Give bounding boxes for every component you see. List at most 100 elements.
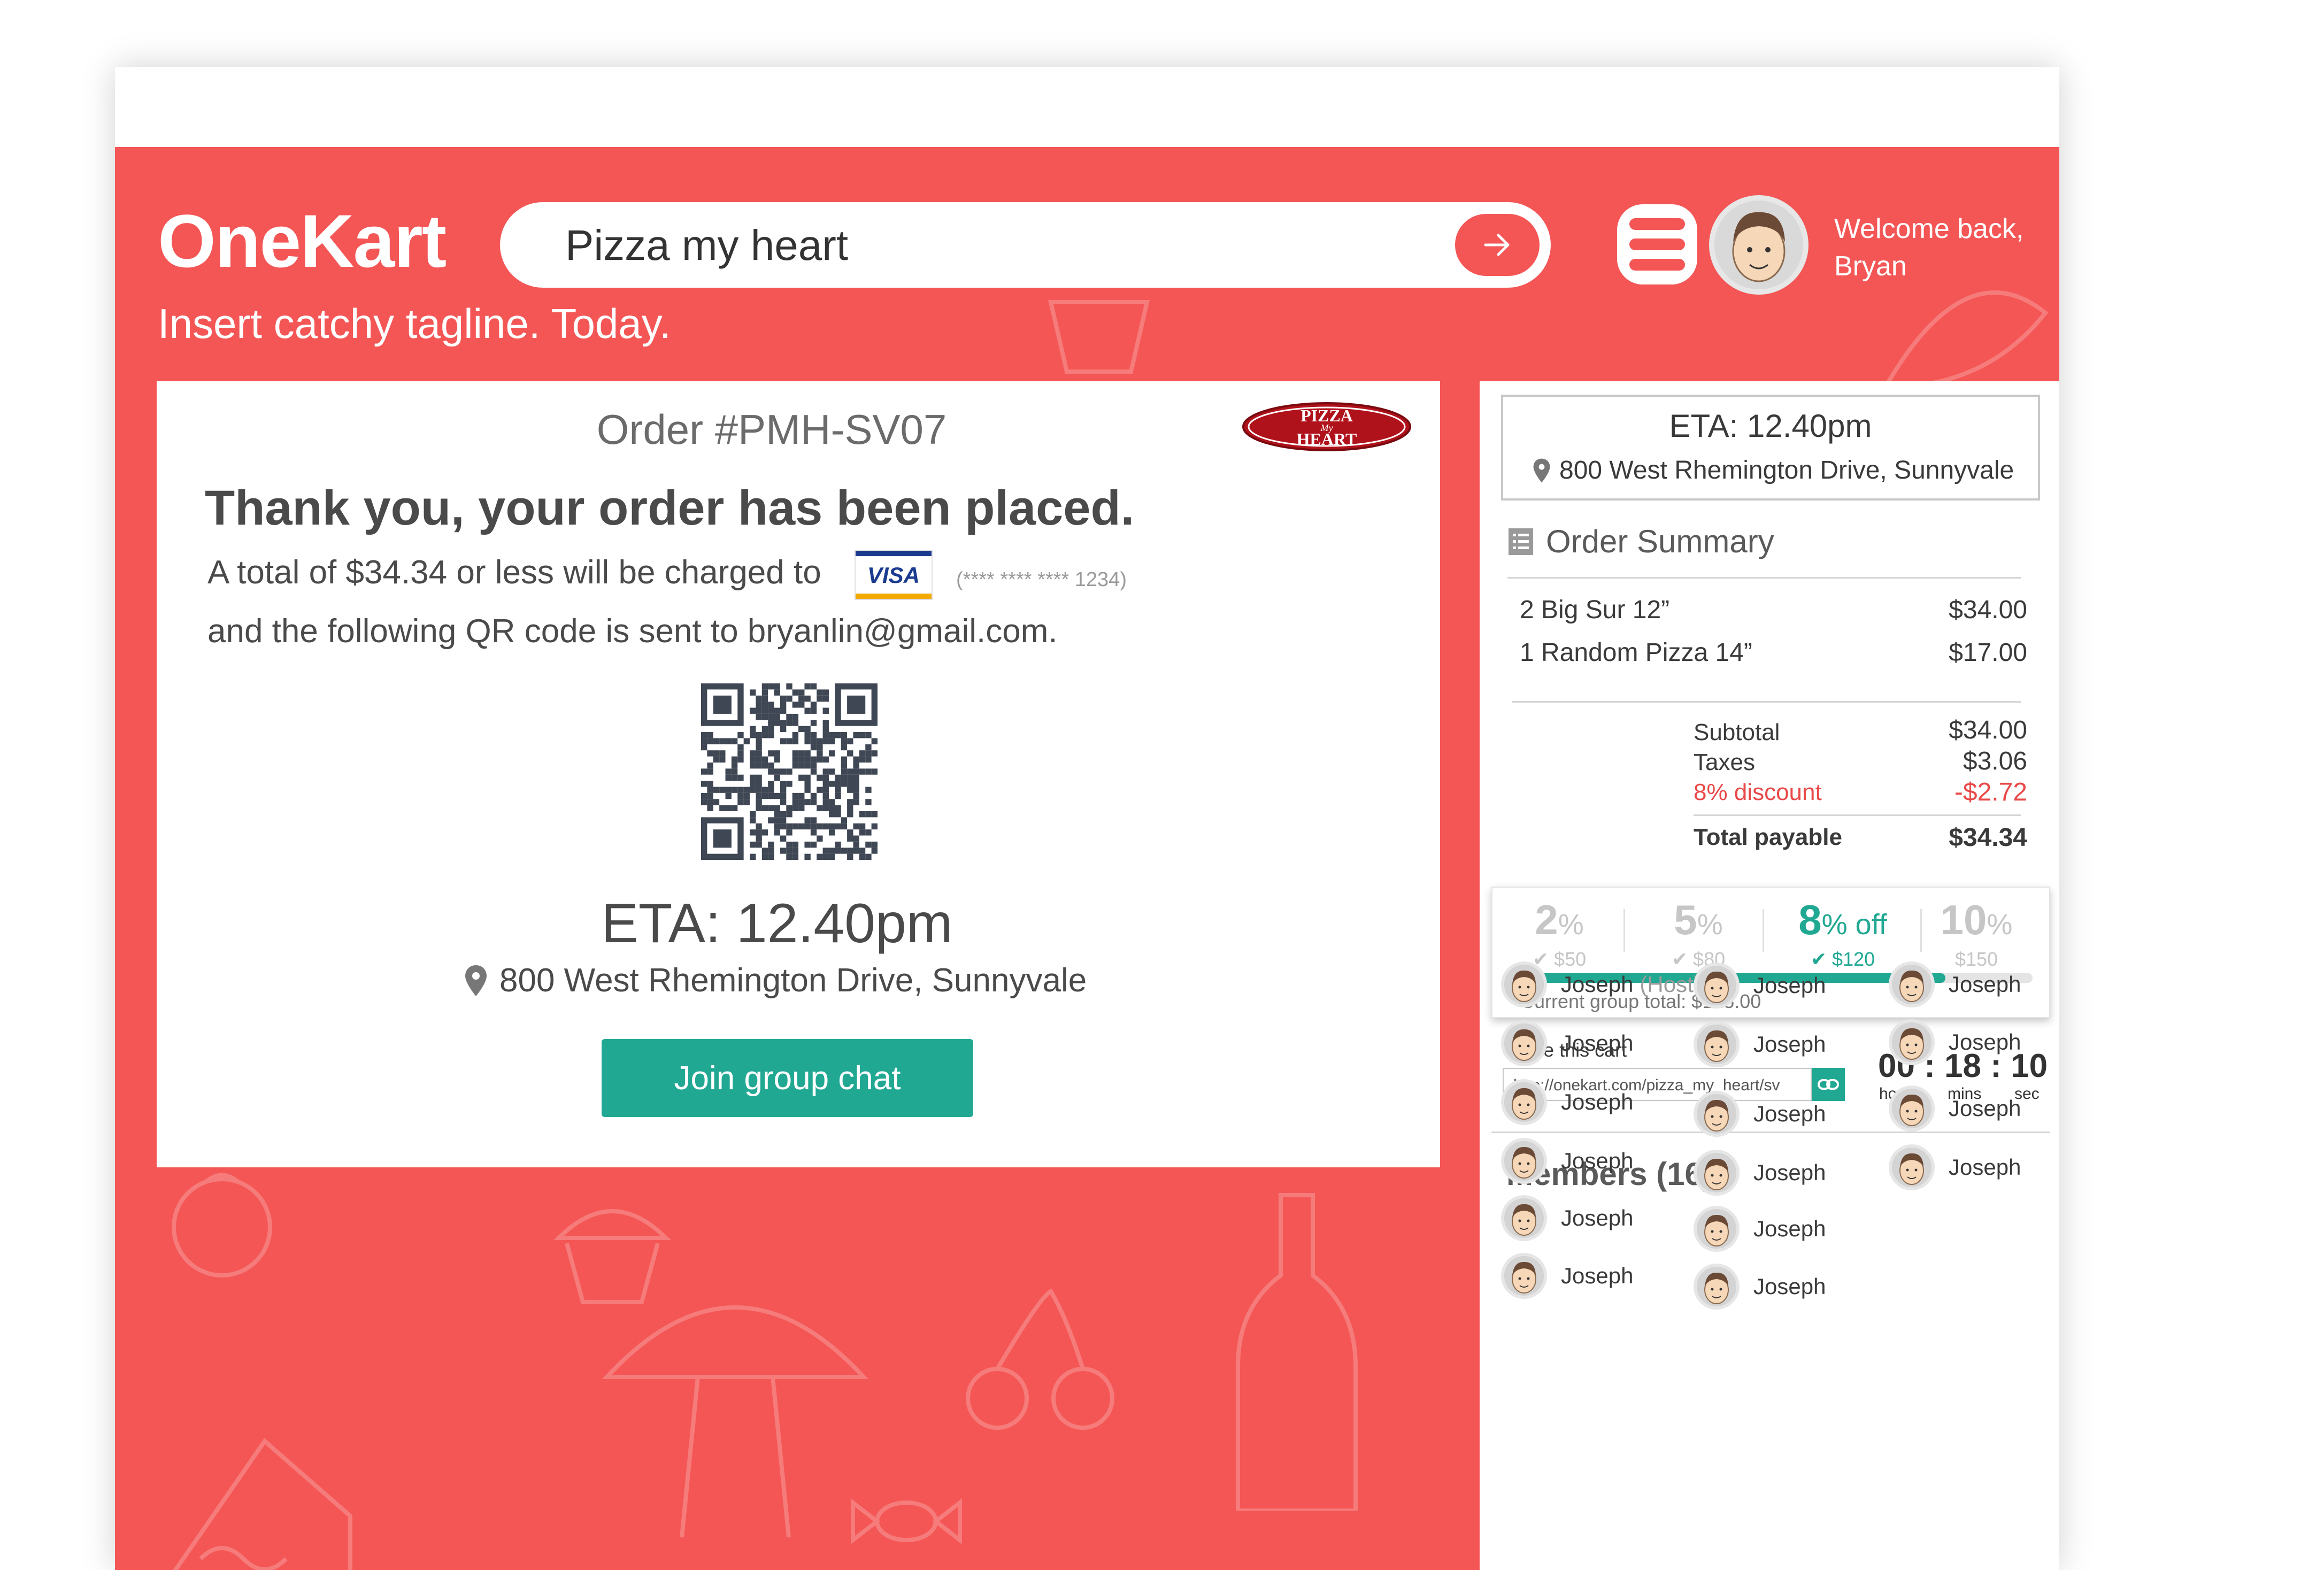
card-number-mask: (**** **** **** 1234) <box>956 568 1127 591</box>
search-input[interactable] <box>564 218 1368 273</box>
member-avatar-icon <box>1501 1253 1547 1299</box>
member-item[interactable]: Joseph (Host) <box>1501 961 1701 1007</box>
address-text: 800 West Rhemington Drive, Sunnyvale <box>499 962 1087 999</box>
member-avatar-icon <box>1694 1264 1740 1310</box>
member-item[interactable]: Joseph <box>1694 1150 1826 1196</box>
tier-10-percent: 10% $150 <box>1915 896 2038 970</box>
taxes-label: Taxes <box>1694 749 1755 775</box>
member-avatar-icon <box>1501 1195 1547 1241</box>
qr-code <box>701 683 878 860</box>
doodle-tomato-icon <box>172 1173 272 1277</box>
member-name: Joseph <box>1949 1096 2021 1121</box>
member-avatar-icon <box>1889 1019 1935 1065</box>
location-pin-icon <box>465 965 487 996</box>
item-name: 1 Random Pizza 14” <box>1520 638 1752 667</box>
member-avatar-icon <box>1501 961 1547 1007</box>
browser-top-bar <box>115 67 2059 147</box>
member-name: Joseph <box>1949 1155 2021 1180</box>
subtotal-label: Subtotal <box>1694 719 1780 745</box>
tier-5-percent: 5% ✔ $80 <box>1671 896 1726 970</box>
menu-icon <box>1629 218 1685 230</box>
list-icon <box>1509 528 1533 555</box>
divider <box>1694 814 2021 816</box>
user-avatar[interactable] <box>1709 195 1809 295</box>
member-item[interactable]: Joseph <box>1694 1206 1826 1252</box>
member-item[interactable]: Joseph <box>1694 1091 1826 1137</box>
welcome-line: Welcome back, <box>1834 213 2024 244</box>
tier-unit: % off <box>1821 909 1887 941</box>
doodle-mushroom-icon <box>602 1305 869 1537</box>
tier-2-percent: 2% ✔ $50 <box>1532 896 1587 970</box>
member-item[interactable]: Joseph <box>1889 1144 2021 1190</box>
member-name: Joseph <box>1949 1029 2021 1055</box>
search-submit-button[interactable] <box>1455 214 1540 276</box>
member-avatar-icon <box>1501 1079 1547 1125</box>
doodle-cherry-icon <box>966 1288 1114 1430</box>
member-item[interactable]: Joseph <box>1889 1019 2021 1065</box>
welcome-message: Welcome back, Bryan <box>1834 210 2024 285</box>
order-summary-panel: ETA: 12.40pm 800 West Rhemington Drive, … <box>1480 381 2059 1570</box>
divider <box>1507 577 2021 579</box>
member-avatar-icon <box>1889 961 1935 1007</box>
eta-text: ETA: 12.40pm <box>601 892 953 955</box>
member-item[interactable]: Joseph <box>1501 1138 1633 1184</box>
visa-card-icon: VISA <box>855 550 933 600</box>
logo-text-bottom: HEART <box>1297 429 1357 449</box>
member-avatar-icon <box>1501 1138 1547 1184</box>
visa-band-bottom <box>856 594 932 599</box>
member-avatar-icon <box>1694 1091 1740 1137</box>
member-name: Joseph <box>1753 1216 1826 1241</box>
total-value: $34.34 <box>1949 824 2027 852</box>
summary-address: 800 West Rhemington Drive, Sunnyvale <box>1533 456 2014 485</box>
discount-value: -$2.72 <box>1954 778 2027 806</box>
order-summary-heading: Order Summary <box>1507 523 1774 560</box>
member-avatar-icon <box>1889 1086 1935 1132</box>
tier-pct: 8 <box>1798 896 1822 943</box>
member-item[interactable]: Joseph <box>1501 1079 1633 1125</box>
discount-label: 8% discount <box>1694 779 1822 805</box>
summary-address-text: 800 West Rhemington Drive, Sunnyvale <box>1559 456 2014 484</box>
tier-pct: 2 <box>1535 896 1558 943</box>
qr-sent-text: and the following QR code is sent to bry… <box>207 613 1058 650</box>
doodle-leaf-icon <box>1881 290 2049 390</box>
member-item[interactable]: Joseph <box>1501 1253 1633 1299</box>
search-bar[interactable] <box>500 202 1551 288</box>
order-number: Order #PMH-SV07 <box>596 406 947 453</box>
visa-word: VISA <box>867 563 920 588</box>
subtotal-value: $34.00 <box>1949 716 2027 744</box>
taxes-value: $3.06 <box>1963 747 2027 775</box>
member-name: Joseph <box>1949 972 2021 997</box>
member-name: Joseph <box>1753 973 1826 998</box>
brand-logo[interactable]: OneKart <box>158 198 447 284</box>
menu-icon-bar <box>1629 259 1685 271</box>
tier-8-percent-active: 8% off ✔ $120 <box>1771 896 1915 970</box>
member-item[interactable]: Joseph <box>1501 1195 1633 1241</box>
member-item[interactable]: Joseph <box>1694 1264 1826 1310</box>
delivery-address: 800 West Rhemington Drive, Sunnyvale <box>464 961 1087 999</box>
member-item[interactable]: Joseph <box>1889 1086 2021 1132</box>
menu-button[interactable] <box>1617 204 1697 284</box>
avatar-icon <box>1714 201 1803 289</box>
member-item[interactable]: Joseph <box>1694 1021 1826 1067</box>
menu-icon-bar <box>1629 238 1685 250</box>
join-group-chat-button[interactable]: Join group chat <box>602 1039 973 1117</box>
member-item[interactable]: Joseph <box>1694 963 1826 1009</box>
tier-unit: % <box>1697 909 1723 941</box>
doodle-cup-icon <box>1048 300 1150 374</box>
host-tag: (Host) <box>1640 972 1701 997</box>
confirmation-heading: Thank you, your order has been placed. <box>205 481 1135 535</box>
user-name: Bryan <box>1834 251 1907 282</box>
member-name: Joseph <box>1753 1032 1826 1057</box>
doodle-bottle-icon <box>1236 1193 1358 1511</box>
member-avatar-icon <box>1694 1150 1740 1196</box>
member-name: Joseph <box>1561 1263 1634 1288</box>
member-avatar-icon <box>1889 1144 1935 1190</box>
member-name: Joseph <box>1561 1148 1634 1173</box>
member-item[interactable]: Joseph <box>1889 961 2021 1007</box>
order-summary-title: Order Summary <box>1546 524 1774 559</box>
member-name: Joseph <box>1561 1205 1634 1230</box>
member-item[interactable]: Joseph <box>1501 1020 1633 1066</box>
member-name: Joseph <box>1561 1030 1634 1056</box>
tier-separator <box>1623 909 1625 952</box>
visa-band-top <box>856 551 932 556</box>
